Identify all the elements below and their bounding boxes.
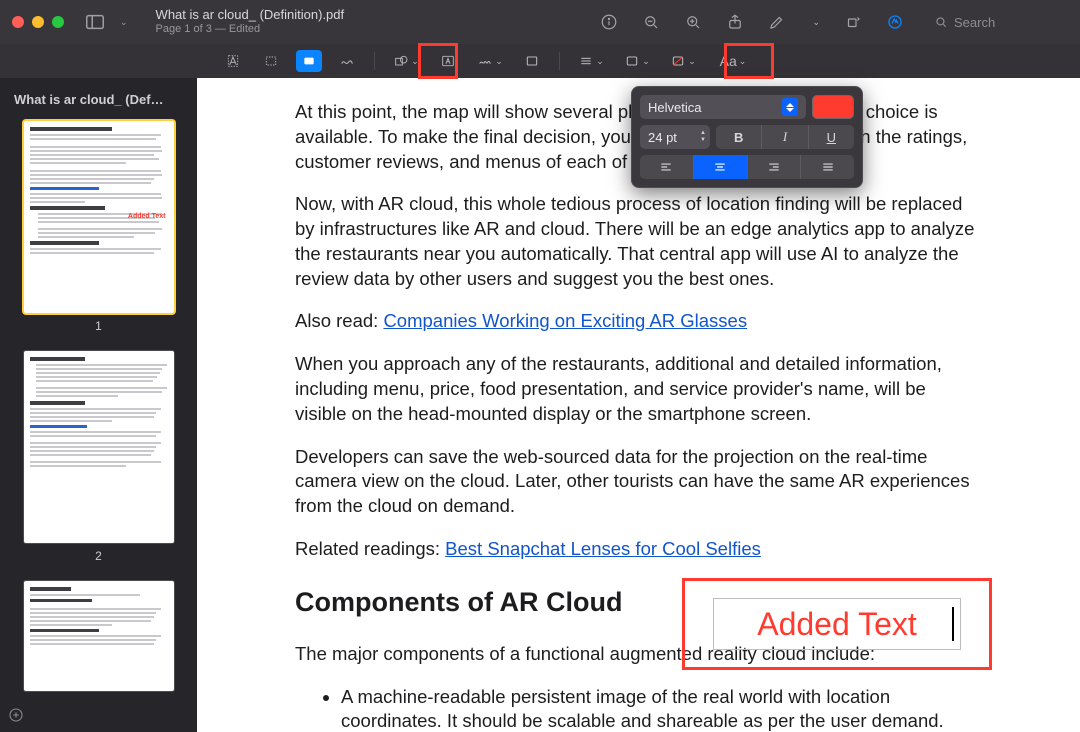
text-style-panel: Helvetica 24 pt ▲▼ B I U [631, 86, 863, 188]
text-tool[interactable] [435, 50, 461, 72]
shapes-tool[interactable]: ⌄ [389, 50, 423, 72]
bold-button[interactable]: B [716, 125, 762, 149]
align-left-button[interactable] [640, 155, 694, 179]
note-tool[interactable] [519, 50, 545, 72]
titlebar: ⌄ What is ar cloud_ (Definition).pdf Pag… [0, 0, 1080, 44]
thumb-3-card[interactable] [8, 581, 189, 691]
thumb-2-card[interactable]: 2 [8, 351, 189, 563]
zoom-in-icon[interactable] [684, 13, 702, 31]
document-title: What is ar cloud_ (Definition).pdf [156, 7, 345, 22]
close-window[interactable] [12, 16, 24, 28]
border-style-tool[interactable]: ⌄ [574, 50, 608, 72]
thumb-2-num: 2 [95, 549, 102, 563]
thumb-1-num: 1 [95, 319, 102, 333]
added-text-box[interactable]: Added Text [713, 598, 961, 650]
zoom-out-icon[interactable] [642, 13, 660, 31]
font-family-select[interactable]: Helvetica [640, 95, 806, 119]
highlight-icon[interactable] [768, 13, 786, 31]
document-title-block: What is ar cloud_ (Definition).pdf Page … [156, 7, 345, 37]
thumb-2[interactable] [24, 351, 174, 543]
doc-paragraph: Related readings: Best Snapchat Lenses f… [295, 537, 982, 562]
thumbnail-sidebar: What is ar cloud_ (Def… Added Text 1 [0, 78, 197, 732]
text-color-swatch[interactable] [812, 95, 854, 119]
text-select-tool[interactable] [220, 50, 246, 72]
font-size-stepper[interactable]: 24 pt ▲▼ [640, 125, 710, 149]
underline-button[interactable]: U [809, 125, 854, 149]
doc-paragraph: Now, with AR cloud, this whole tedious p… [295, 192, 982, 291]
list-item: A machine-readable persistent image of t… [341, 685, 982, 732]
italic-button[interactable]: I [762, 125, 808, 149]
rotate-icon[interactable] [844, 13, 862, 31]
markup-icon[interactable] [886, 13, 904, 31]
info-icon[interactable] [600, 13, 618, 31]
sidebar-menu-caret[interactable]: ⌄ [120, 17, 128, 28]
added-text-content: Added Text [757, 603, 917, 646]
added-text-highlight: Added Text [682, 578, 992, 670]
redact-tool[interactable] [296, 50, 322, 72]
thumb-1-card[interactable]: Added Text 1 [8, 121, 189, 333]
align-right-button[interactable] [748, 155, 802, 179]
sidebar-title: What is ar cloud_ (Def… [8, 88, 189, 115]
thumb-3[interactable] [24, 581, 174, 691]
align-justify-button[interactable] [801, 155, 854, 179]
share-icon[interactable] [726, 13, 744, 31]
border-color-tool[interactable]: ⌄ [620, 50, 654, 72]
doc-list: A machine-readable persistent image of t… [341, 685, 982, 732]
text-align-segment [640, 155, 854, 179]
sketch-tool[interactable] [334, 50, 360, 72]
doc-link[interactable]: Companies Working on Exciting AR Glasses [383, 310, 747, 331]
highlight-menu-caret[interactable]: ⌄ [812, 17, 820, 28]
maximize-window[interactable] [52, 16, 64, 28]
markup-toolbar: ⌄ ⌄ ⌄ ⌄ ⌄ Aa⌄ [0, 44, 1080, 78]
thumb-added-text: Added Text [128, 213, 166, 220]
sidebar-toggle[interactable] [84, 11, 106, 33]
thumb-1[interactable]: Added Text [24, 121, 174, 313]
font-style-segment: B I U [716, 125, 854, 149]
doc-link[interactable]: Best Snapchat Lenses for Cool Selfies [445, 538, 761, 559]
doc-paragraph: Developers can save the web-sourced data… [295, 445, 982, 519]
search-placeholder: Search [954, 15, 995, 30]
stepper-arrows-icon: ▲▼ [700, 130, 706, 144]
align-center-button[interactable] [694, 155, 748, 179]
stepper-arrows-icon [782, 98, 798, 116]
search-box[interactable]: Search [928, 13, 1068, 32]
fill-color-tool[interactable]: ⌄ [666, 50, 700, 72]
text-cursor [952, 607, 954, 641]
window-controls [12, 16, 64, 28]
rect-select-tool[interactable] [258, 50, 284, 72]
doc-paragraph: When you approach any of the restaurants… [295, 352, 982, 426]
minimize-window[interactable] [32, 16, 44, 28]
sign-tool[interactable]: ⌄ [473, 50, 507, 72]
text-style-tool[interactable]: Aa⌄ [712, 50, 754, 72]
doc-paragraph: Also read: Companies Working on Exciting… [295, 309, 982, 334]
page-status: Page 1 of 3 — Edited [156, 22, 345, 37]
add-page-button[interactable] [8, 707, 24, 728]
